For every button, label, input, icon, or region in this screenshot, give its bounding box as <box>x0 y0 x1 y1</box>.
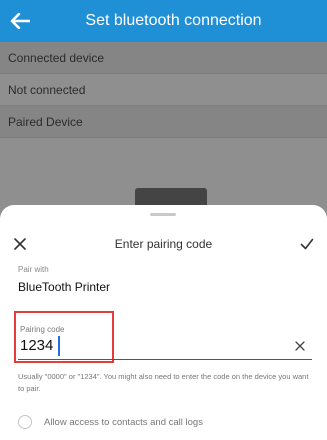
connection-status: Not connected <box>0 74 327 106</box>
clear-button[interactable] <box>293 339 307 353</box>
pairing-hint: Usually "0000" or "1234". You might also… <box>18 372 309 393</box>
sheet-header: Enter pairing code <box>0 229 327 259</box>
close-icon <box>14 238 26 250</box>
sheet-title: Enter pairing code <box>114 237 213 251</box>
text-caret <box>58 336 60 356</box>
app-bar: Set bluetooth connection <box>0 0 327 42</box>
clear-icon <box>295 341 305 351</box>
connected-device-header: Connected device <box>0 42 327 74</box>
contacts-radio[interactable] <box>18 415 32 429</box>
page-title: Set bluetooth connection <box>85 12 262 29</box>
close-button[interactable] <box>0 229 40 259</box>
contacts-access-option[interactable]: Allow access to contacts and call logs <box>18 413 308 431</box>
paired-device-header: Paired Device <box>0 106 327 138</box>
confirm-button[interactable] <box>287 229 327 259</box>
contacts-access-label: Allow access to contacts and call logs <box>44 416 203 428</box>
input-underline <box>18 359 312 360</box>
checkmark-icon <box>300 238 314 250</box>
pairing-sheet: Enter pairing code Pair with BlueTooth P… <box>0 205 327 440</box>
pairing-code-label: Pairing code <box>20 325 65 334</box>
pairing-code-input[interactable]: 1234 <box>20 337 53 355</box>
back-arrow-icon <box>10 13 30 29</box>
device-name: BlueTooth Printer <box>18 280 111 294</box>
sheet-handle[interactable] <box>150 213 176 216</box>
back-button[interactable] <box>0 0 40 42</box>
pair-with-label: Pair with <box>18 265 49 274</box>
